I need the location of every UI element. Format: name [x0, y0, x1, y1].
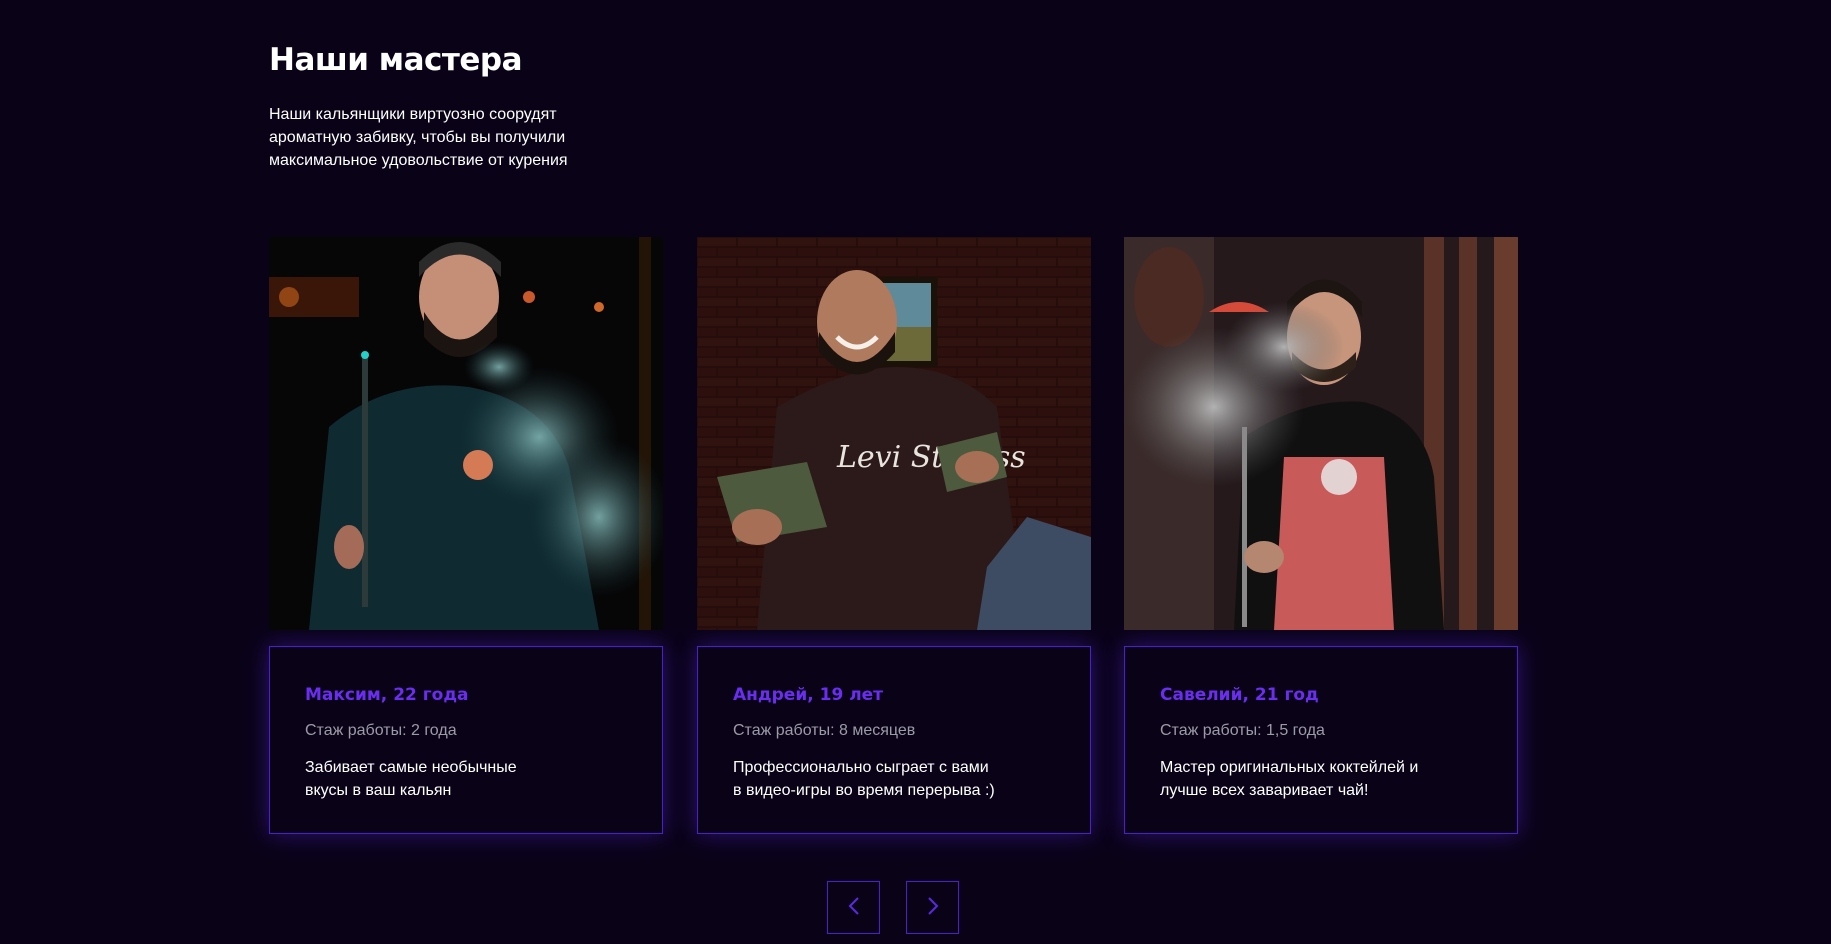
master-card: Максим, 22 года Стаж работы: 2 года Заби… [269, 237, 663, 834]
master-info: Максим, 22 года Стаж работы: 2 года Заби… [269, 646, 663, 834]
master-card: Levi Strauss Андрей, 19 лет Стаж работы:… [697, 237, 1091, 834]
section-title: Наши мастера [269, 42, 523, 78]
master-experience: Стаж работы: 1,5 года [1160, 722, 1325, 739]
master-info: Андрей, 19 лет Стаж работы: 8 месяцев Пр… [697, 646, 1091, 834]
next-button[interactable] [906, 881, 959, 934]
master-name: Савелий, 21 год [1160, 685, 1319, 705]
master-photo: Levi Strauss [697, 237, 1091, 630]
master-about: Мастер оригинальных коктейлей и лучше вс… [1160, 759, 1419, 799]
master-about: Профессионально сыграет с вами в видео-и… [733, 759, 995, 799]
section-description: Наши кальянщики виртуозно соорудят арома… [269, 106, 568, 169]
master-experience: Стаж работы: 2 года [305, 722, 457, 739]
chevron-right-icon [927, 897, 939, 918]
master-photo [269, 237, 663, 630]
master-photo [1124, 237, 1518, 630]
master-name: Андрей, 19 лет [733, 685, 884, 705]
master-experience: Стаж работы: 8 месяцев [733, 722, 916, 739]
master-name: Максим, 22 года [305, 685, 469, 705]
prev-button[interactable] [827, 881, 880, 934]
master-info: Савелий, 21 год Стаж работы: 1,5 года Ма… [1124, 646, 1518, 834]
master-about: Забивает самые необычные вкусы в ваш кал… [305, 759, 517, 799]
master-card: Савелий, 21 год Стаж работы: 1,5 года Ма… [1124, 237, 1518, 834]
chevron-left-icon [848, 897, 860, 918]
